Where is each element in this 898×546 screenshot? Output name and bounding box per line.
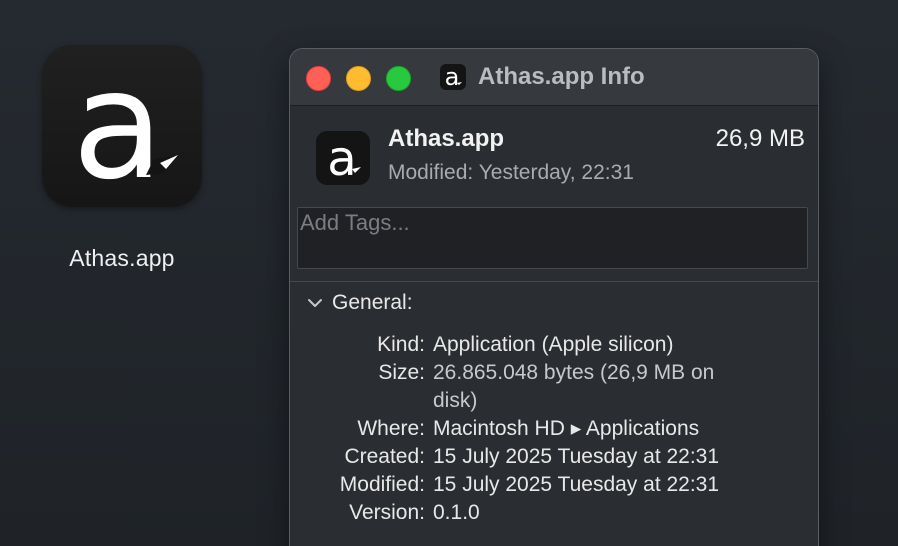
info-key: Version: — [349, 501, 425, 524]
athas-app-desktop-icon[interactable]: a — [42, 45, 202, 207]
section-divider — [290, 281, 818, 282]
athas-app-icon: a — [316, 131, 370, 187]
window-title-group: a Athas.app Info — [440, 62, 645, 92]
modified-value: Yesterday, 22:31 — [478, 161, 634, 184]
athas-logo-icon: a — [72, 45, 178, 207]
minimize-button[interactable] — [346, 66, 371, 91]
general-info-list: Kind: Application (Apple silicon) Size: … — [290, 331, 818, 527]
info-row-where: Where: Macintosh HD ▸ Applications — [290, 415, 818, 443]
info-value: 15 July 2025 Tuesday at 22:31 — [433, 445, 720, 468]
info-row-created: Created: 15 July 2025 Tuesday at 22:31 — [290, 443, 818, 471]
info-key: Size: — [378, 361, 425, 384]
file-name: Athas.app — [388, 125, 505, 152]
window-title: Athas.app Info — [478, 63, 645, 90]
general-section-toggle[interactable]: General: — [306, 289, 413, 317]
desktop: a Athas.app a Athas.app Info a Athas.app… — [0, 0, 898, 546]
info-value: 0.1.0 — [433, 501, 480, 524]
info-row-size: Size: 26.865.048 bytes (26,9 MB on disk) — [290, 359, 818, 415]
close-button[interactable] — [306, 66, 331, 91]
info-key: Modified: — [339, 473, 425, 496]
title-bar[interactable]: a Athas.app Info — [290, 49, 818, 106]
modified-label: Modified: — [388, 161, 474, 184]
svg-text:a: a — [327, 131, 356, 185]
info-key: Created: — [344, 445, 425, 468]
section-title: General: — [332, 291, 413, 314]
info-value: 26.865.048 bytes (26,9 MB on disk) — [433, 361, 715, 412]
info-key: Kind: — [377, 333, 425, 356]
info-value: 15 July 2025 Tuesday at 22:31 — [433, 473, 720, 496]
athas-app-icon: a — [440, 63, 466, 91]
info-value: Macintosh HD ▸ Applications — [433, 417, 700, 440]
info-window: a Athas.app Info a Athas.app 26,9 MB Mod… — [289, 48, 819, 546]
info-row-version: Version: 0.1.0 — [290, 499, 818, 527]
svg-text:a: a — [72, 45, 164, 207]
modified-summary: Modified: Yesterday, 22:31 — [388, 161, 634, 185]
tags-input[interactable]: Add Tags... — [297, 207, 808, 269]
file-size: 26,9 MB — [715, 125, 805, 152]
svg-text:a: a — [445, 64, 460, 90]
zoom-button[interactable] — [386, 66, 411, 91]
info-row-kind: Kind: Application (Apple silicon) — [290, 331, 818, 359]
desktop-icon-label[interactable]: Athas.app — [40, 245, 204, 272]
info-key: Where: — [357, 417, 425, 440]
info-value: Application (Apple silicon) — [433, 333, 674, 356]
chevron-down-icon — [308, 299, 322, 307]
info-row-modified: Modified: 15 July 2025 Tuesday at 22:31 — [290, 471, 818, 499]
